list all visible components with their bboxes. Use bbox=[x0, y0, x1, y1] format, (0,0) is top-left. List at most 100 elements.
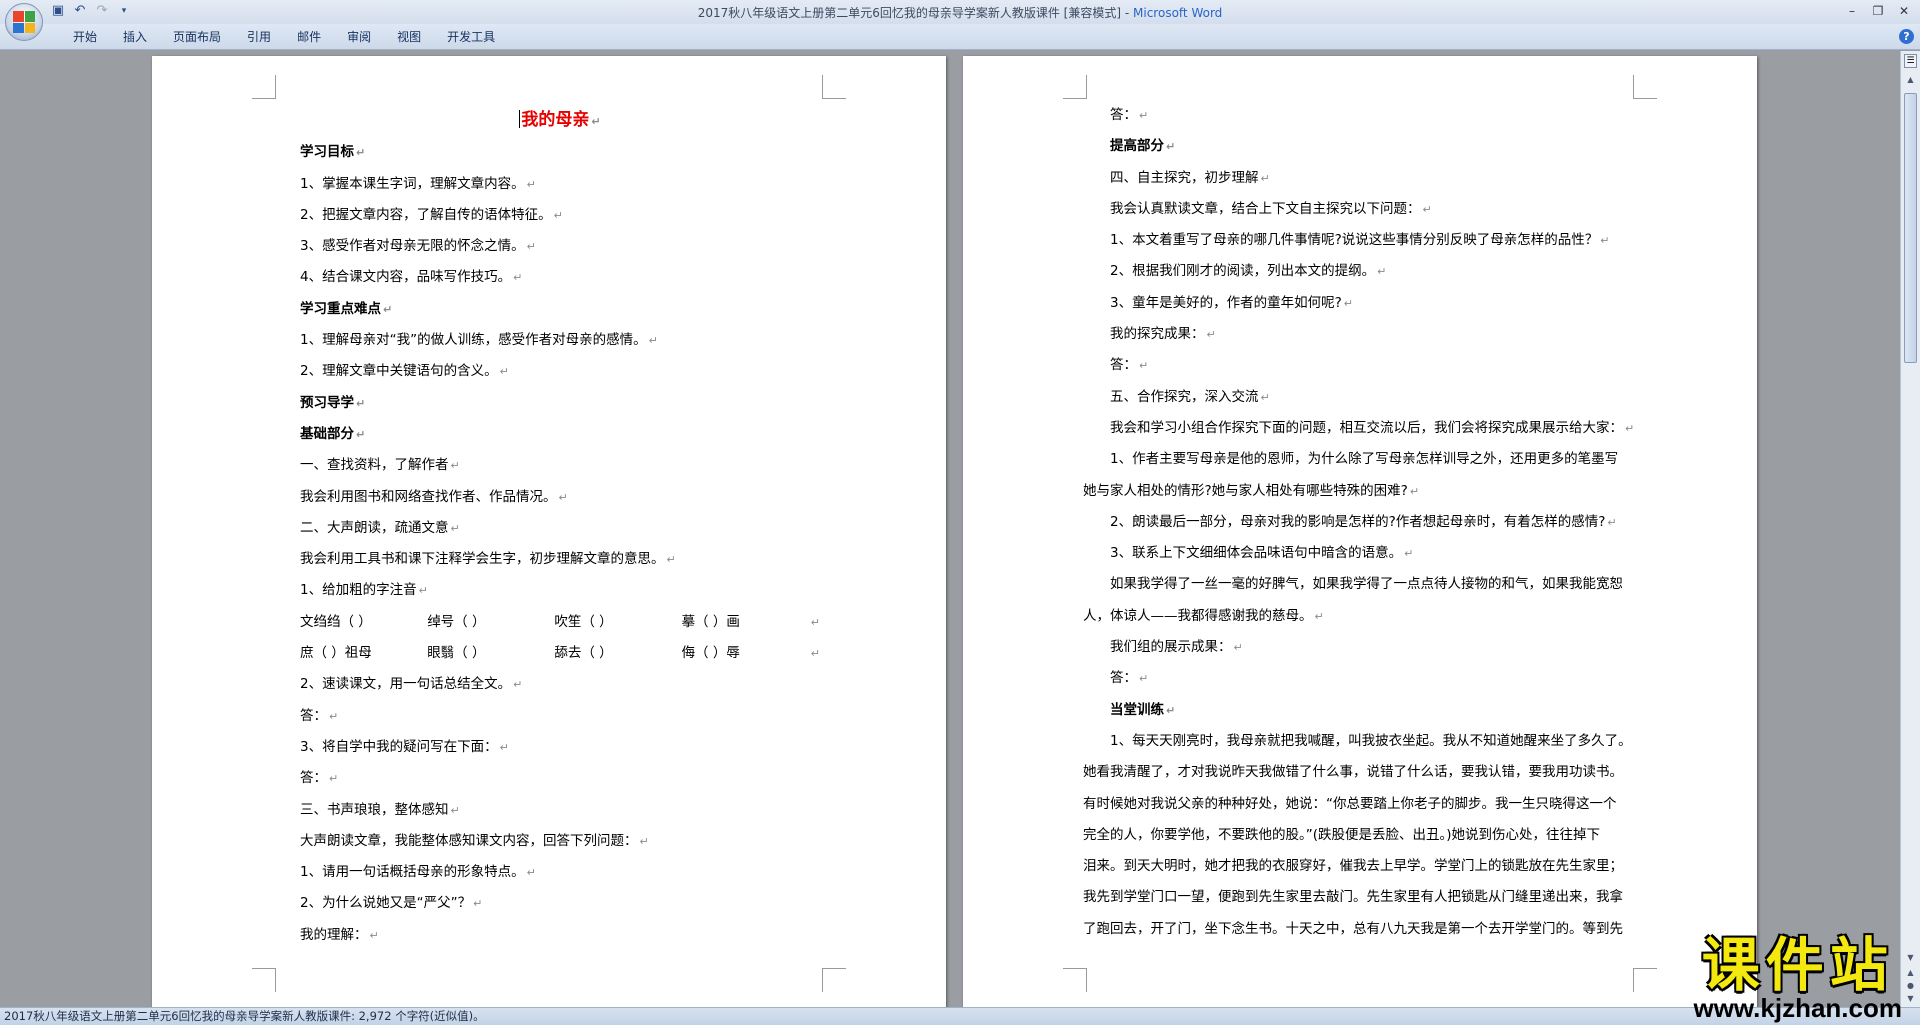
paragraph-line: 我会利用工具书和课下注释学会生字，初步理解文章的意思。 ↵ bbox=[300, 551, 676, 568]
paragraph-line: 我会利用图书和网络查找作者、作品情况。 ↵ bbox=[300, 488, 568, 505]
minimize-icon[interactable]: – bbox=[1840, 2, 1864, 20]
restore-icon[interactable]: ❐ bbox=[1866, 2, 1890, 20]
paragraph-line: 有时候她对我说父亲的种种好处，她说：“你总要踏上你老子的脚步。我一生只晓得这一个 bbox=[1083, 795, 1617, 812]
paragraph-mark-icon: ↵ bbox=[1625, 421, 1635, 435]
paragraph-line: 一、查找资料，了解作者 ↵ bbox=[300, 457, 460, 474]
ribbon-tabs: 开始 插入 页面布局 引用 邮件 审阅 视图 开发工具 bbox=[60, 29, 508, 45]
pinyin-row: 庶（ ）祖母 眼翳（ ） 舔去（ ） 侮（ ）辱 ↵ bbox=[300, 645, 820, 662]
pinyin-row: 文绉绉（ ） 绰号（ ） 吹笙（ ） 摹（ ）画 ↵ bbox=[300, 613, 820, 630]
close-icon[interactable]: ✕ bbox=[1892, 2, 1916, 20]
tab-home[interactable]: 开始 bbox=[60, 29, 110, 45]
paragraph-mark-icon: ↵ bbox=[513, 271, 523, 285]
paragraph-mark-icon: ↵ bbox=[1139, 359, 1149, 373]
previous-page-icon[interactable]: ▲ bbox=[1904, 967, 1917, 979]
paragraph-line: 1、每天天刚亮时，我母亲就把我喊醒，叫我披衣坐起。我从不知道她醒来坐了多久了。 bbox=[1110, 732, 1632, 749]
paragraph-mark-icon: ↵ bbox=[356, 396, 366, 410]
paragraph-mark-icon: ↵ bbox=[1260, 390, 1270, 404]
watermark-logo-text: 课件站 bbox=[1701, 931, 1894, 999]
paragraph-line: 2、为什么说她又是“严父”？ ↵ bbox=[300, 895, 483, 912]
paragraph-mark-icon: ↵ bbox=[1166, 703, 1176, 717]
paragraph-line: 2、理解文章中关键语句的含义。 ↵ bbox=[300, 363, 509, 380]
section-heading: 基础部分 ↵ bbox=[300, 425, 366, 442]
paragraph-line: 答： ↵ bbox=[1110, 107, 1149, 123]
paragraph-line: 3、联系上下文细细体会品味语句中暗含的语意。 ↵ bbox=[1110, 545, 1414, 562]
crop-mark bbox=[1063, 75, 1087, 99]
paragraph-mark-icon: ↵ bbox=[1260, 171, 1270, 185]
paragraph-line: 1、作者主要写母亲是他的恩师，为什么除了写母亲怎样训导之外，还用更多的笔墨写 bbox=[1110, 451, 1619, 468]
crop-mark bbox=[252, 75, 276, 99]
crop-mark bbox=[252, 968, 276, 992]
paragraph-mark-icon: ↵ bbox=[418, 584, 428, 598]
page-left[interactable]: 我的母亲 ↵ 学习目标 ↵ 1、掌握本课生字词，理解文章内容。 ↵ 2、把握文章内容，了解… bbox=[152, 56, 946, 1007]
left-lines: 学习目标 ↵ 1、掌握本课生字词，理解文章内容。 ↵ 2、把握文章内容，了解自传的语体特… bbox=[300, 137, 820, 606]
page-right[interactable]: 答： ↵ 提高部分 ↵ 四、自主探究，初步理解 ↵ 我会认真默读文章，结合上下文自主探究以下… bbox=[963, 56, 1757, 1007]
next-page-icon[interactable]: ▼ bbox=[1904, 993, 1917, 1005]
tab-view[interactable]: 视图 bbox=[384, 29, 434, 45]
paragraph-mark-icon: ↵ bbox=[1422, 202, 1432, 216]
paragraph-line: 人，体谅人——我都得感谢我的慈母。 ↵ bbox=[1083, 607, 1324, 624]
paragraph-line: 3、将自学中我的疑问写在下面： ↵ bbox=[300, 738, 509, 755]
paragraph-mark-icon: ↵ bbox=[450, 521, 460, 535]
paragraph-line: 我的理解： ↵ bbox=[300, 926, 379, 943]
paragraph-line: 如果我学得了一丝一毫的好脾气，如果我学得了一点点待人接物的和气，如果我能宽恕 bbox=[1110, 576, 1623, 593]
paragraph-line: 2、根据我们刚才的阅读，列出本文的提纲。 ↵ bbox=[1110, 263, 1387, 280]
view-ruler-icon[interactable]: ☰ bbox=[1904, 54, 1917, 68]
paragraph-line: 3、童年是美好的，作者的童年如何呢? ↵ bbox=[1110, 294, 1353, 311]
paragraph-line: 二、大声朗读，疏通文意 ↵ bbox=[300, 519, 460, 536]
paragraph-line: 1、给加粗的字注音 ↵ bbox=[300, 582, 428, 599]
paragraph-mark-icon: ↵ bbox=[1314, 609, 1324, 623]
paragraph-mark-icon: ↵ bbox=[1139, 672, 1149, 686]
paragraph-line: 大声朗读文章，我能整体感知课文内容，回答下列问题： ↵ bbox=[300, 832, 649, 849]
select-browse-object-icon[interactable]: ● bbox=[1904, 980, 1917, 992]
paragraph-mark-icon: ↵ bbox=[1409, 484, 1420, 498]
section-heading: 学习目标 ↵ bbox=[300, 144, 366, 161]
paragraph-line: 3、感受作者对母亲无限的怀念之情。 ↵ bbox=[300, 238, 536, 255]
tab-references[interactable]: 引用 bbox=[234, 29, 284, 45]
crop-mark bbox=[822, 75, 846, 99]
paragraph-line: 三、书声琅琅，整体感知 ↵ bbox=[300, 801, 460, 818]
paragraph-mark-icon: ↵ bbox=[526, 866, 536, 880]
tab-page-layout[interactable]: 页面布局 bbox=[160, 29, 234, 45]
paragraph-line: 完全的人，你要学他，不要跌他的股。”(跌股便是丢脸、出丑。)她说到伤心处，往往掉… bbox=[1083, 826, 1601, 843]
paragraph-line: 2、速读课文，用一句话总结全文。 ↵ bbox=[300, 676, 523, 693]
office-logo-icon bbox=[13, 11, 35, 33]
paragraph-line: 我们组的展示成果： ↵ bbox=[1110, 639, 1243, 656]
paragraph-line: 四、自主探究，初步理解 ↵ bbox=[1110, 169, 1270, 186]
help-icon[interactable]: ? bbox=[1899, 29, 1914, 44]
paragraph-mark-icon: ↵ bbox=[473, 897, 483, 911]
crop-mark bbox=[822, 968, 846, 992]
paragraph-mark-icon: ↵ bbox=[1343, 296, 1353, 310]
office-button[interactable] bbox=[5, 3, 43, 41]
paragraph-mark-icon: ↵ bbox=[383, 302, 393, 316]
status-word-count[interactable]: 2017秋八年级语文上册第二单元6回忆我的母亲导学案新人教版课件: 2,972 … bbox=[4, 1009, 485, 1023]
paragraph-line: 答： ↵ bbox=[1110, 670, 1149, 687]
watermark: 课件站 www.kjzhan.com bbox=[1693, 935, 1902, 1021]
scroll-down-icon[interactable]: ▼ bbox=[1904, 951, 1917, 965]
window-controls: – ❐ ✕ bbox=[1840, 2, 1916, 20]
crop-mark bbox=[1633, 75, 1657, 99]
paragraph-line: 五、合作探究，深入交流 ↵ bbox=[1110, 388, 1270, 405]
paragraph-mark-icon: ↵ bbox=[553, 208, 563, 222]
paragraph-mark-icon: ↵ bbox=[558, 490, 568, 504]
crop-mark bbox=[1633, 968, 1657, 992]
paragraph-mark-icon: ↵ bbox=[666, 553, 676, 567]
paragraph-mark-icon: ↵ bbox=[1377, 265, 1387, 279]
section-heading: 当堂训练 ↵ bbox=[1110, 701, 1176, 718]
left-lines-after: 2、速读课文，用一句话总结全文。 ↵ 答： ↵ 3、将自学中我的疑问写在下面： ↵ 答： ↵ 三… bbox=[300, 669, 820, 951]
paragraph-mark-icon: ↵ bbox=[329, 709, 339, 723]
paragraph-line: 我会和学习小组合作探究下面的问题，相互交流以后，我们会将探究成果展示给大家： ↵ bbox=[1110, 419, 1635, 436]
crop-mark bbox=[1063, 968, 1087, 992]
title-bar: ▣ ↶ ↷ ▾ 2017秋八年级语文上册第二单元6回忆我的母亲导学案新人教版课件… bbox=[0, 0, 1920, 24]
scroll-thumb[interactable] bbox=[1904, 93, 1917, 363]
paragraph-mark-icon: ↵ bbox=[1139, 109, 1149, 122]
tab-insert[interactable]: 插入 bbox=[110, 29, 160, 45]
paragraph-mark-icon: ↵ bbox=[526, 240, 536, 254]
paragraph-line: 了跑回去，开了门，坐下念生书。十天之中，总有八九天我是第一个去开学堂门的。等到先 bbox=[1083, 920, 1623, 937]
scroll-up-icon[interactable]: ▲ bbox=[1904, 73, 1917, 87]
paragraph-mark-icon: ↵ bbox=[1600, 234, 1610, 248]
document-title: 我的母亲 ↵ bbox=[519, 110, 601, 130]
tab-mailings[interactable]: 邮件 bbox=[284, 29, 334, 45]
vertical-scrollbar[interactable]: ☰ ▲ ▼ ▲ ● ▼ bbox=[1900, 51, 1920, 1007]
tab-developer[interactable]: 开发工具 bbox=[434, 29, 508, 45]
tab-review[interactable]: 审阅 bbox=[334, 29, 384, 45]
